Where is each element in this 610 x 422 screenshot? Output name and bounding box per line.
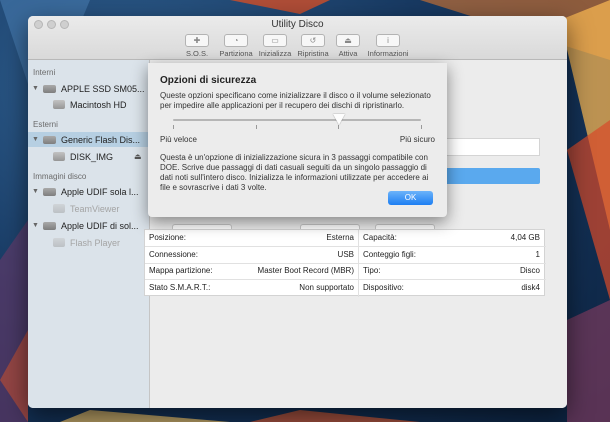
sidebar-section-disk-images: Immagini disco — [33, 172, 87, 181]
info-icon: i — [376, 34, 400, 47]
title-bar: Utility Disco ✚ S.O.S. ◔ Partiziona ▭ In… — [28, 16, 567, 60]
volume-icon — [53, 100, 65, 109]
sidebar-item-label: Flash Player — [70, 237, 121, 248]
info-label-connection: Connessione: — [149, 250, 198, 259]
sheet-description: Queste opzioni specificano come iniziali… — [160, 91, 431, 110]
info-label-capacity: Capacità: — [363, 233, 397, 242]
info-value-device: disk4 — [521, 283, 540, 292]
eject-icon[interactable]: ⏏ — [134, 152, 142, 161]
sidebar-item-flash-player[interactable]: Flash Player — [53, 235, 120, 250]
info-label-smart-status: Stato S.M.A.R.T.: — [149, 283, 211, 292]
sidebar-item-label: Apple UDIF di sol... — [61, 220, 139, 231]
security-slider-track[interactable] — [173, 119, 421, 121]
info-label-device: Dispositivo: — [363, 283, 404, 292]
toolbar-first-aid-button[interactable]: ✚ S.O.S. — [176, 34, 218, 60]
disk-info-table: Posizione: Esterna Capacità: 4,04 GB Con… — [144, 229, 546, 297]
sidebar-item-apple-udif-1[interactable]: ▼ Apple UDIF sola l... — [32, 184, 139, 199]
disk-icon — [43, 187, 56, 196]
sidebar-section-internal: Interni — [33, 68, 56, 77]
info-label-partition-map: Mappa partizione: — [149, 266, 213, 275]
sidebar-item-macintosh-hd[interactable]: Macintosh HD — [53, 97, 127, 112]
toolbar-label: Informazioni — [367, 49, 409, 58]
slider-tick — [338, 125, 340, 129]
sidebar-item-label: Apple UDIF sola l... — [61, 186, 139, 197]
info-value-type: Disco — [519, 266, 540, 275]
toolbar-mount-button[interactable]: ⏏ Attiva — [327, 34, 369, 60]
disclosure-triangle-icon[interactable]: ▼ — [32, 188, 40, 195]
sidebar-item-generic-flash-disk[interactable]: ▼ Generic Flash Dis... — [28, 132, 149, 147]
mount-icon: ⏏ — [336, 34, 360, 47]
slider-max-label: Più sicuro — [399, 135, 435, 144]
info-value-smart-status: Non supportato — [299, 283, 354, 292]
erase-icon: ▭ — [263, 34, 287, 47]
slider-tick — [421, 125, 422, 129]
column-divider — [358, 230, 359, 297]
toolbar-label: Inizializza — [258, 49, 292, 58]
info-value-location: Esterna — [326, 233, 354, 242]
info-value-connection: USB — [337, 250, 354, 259]
sidebar-item-disk-img[interactable]: DISK_IMG — [53, 149, 113, 164]
info-value-child-count: 1 — [535, 250, 540, 259]
security-option-explanation: Questa è un'opzione di inizializzazione … — [160, 153, 429, 192]
slider-tick — [173, 125, 174, 129]
disclosure-triangle-icon[interactable]: ▼ — [32, 85, 40, 92]
window-title: Utility Disco — [271, 19, 324, 30]
stethoscope-icon: ✚ — [185, 34, 209, 47]
toolbar-partition-button[interactable]: ◔ Partiziona — [215, 34, 257, 60]
toolbar-label: Attiva — [338, 49, 358, 58]
sidebar-item-apple-udif-2[interactable]: ▼ Apple UDIF di sol... — [32, 218, 139, 233]
pie-chart-icon: ◔ — [224, 34, 248, 47]
sidebar-item-apple-ssd[interactable]: ▼ APPLE SSD SM05... — [32, 81, 145, 96]
sidebar-item-label: TeamViewer — [70, 203, 120, 214]
restore-icon: ↺ — [301, 34, 325, 47]
info-label-location: Posizione: — [149, 233, 186, 242]
disclosure-triangle-icon[interactable]: ▼ — [32, 136, 40, 143]
sidebar-item-label: DISK_IMG — [70, 151, 114, 162]
volume-icon — [53, 152, 65, 161]
toolbar-label: S.O.S. — [185, 49, 209, 58]
ok-button[interactable]: OK — [388, 191, 433, 205]
volume-icon — [53, 204, 65, 213]
sidebar-section-external: Esterni — [33, 120, 58, 129]
toolbar-label: Partiziona — [219, 49, 253, 58]
security-slider-knob[interactable] — [333, 114, 346, 125]
usage-bar — [440, 168, 540, 184]
toolbar-erase-button[interactable]: ▭ Inizializza — [254, 34, 296, 60]
sidebar-item-teamviewer[interactable]: TeamViewer — [53, 201, 119, 216]
sidebar-item-label: Macintosh HD — [70, 99, 127, 110]
sidebar-item-label: APPLE SSD SM05... — [61, 83, 145, 94]
disclosure-triangle-icon[interactable]: ▼ — [32, 222, 40, 229]
slider-tick — [255, 125, 257, 129]
info-value-capacity: 4,04 GB — [510, 233, 540, 242]
sheet-title: Opzioni di sicurezza — [160, 75, 257, 86]
info-label-type: Tipo: — [363, 266, 381, 275]
volume-icon — [53, 238, 65, 247]
sidebar-item-label: Generic Flash Dis... — [61, 134, 141, 145]
disk-icon — [43, 221, 56, 230]
disk-icon — [43, 135, 56, 144]
info-value-partition-map: Master Boot Record (MBR) — [257, 266, 354, 275]
toolbar-info-button[interactable]: i Informazioni — [364, 34, 412, 60]
disk-icon — [43, 84, 56, 93]
info-label-child-count: Conteggio figli: — [363, 250, 416, 259]
security-options-sheet: Opzioni di sicurezza Queste opzioni spec… — [148, 63, 447, 217]
slider-min-label: Più veloce — [160, 135, 197, 144]
sidebar: Interni ▼ APPLE SSD SM05... Macintosh HD… — [28, 60, 150, 408]
